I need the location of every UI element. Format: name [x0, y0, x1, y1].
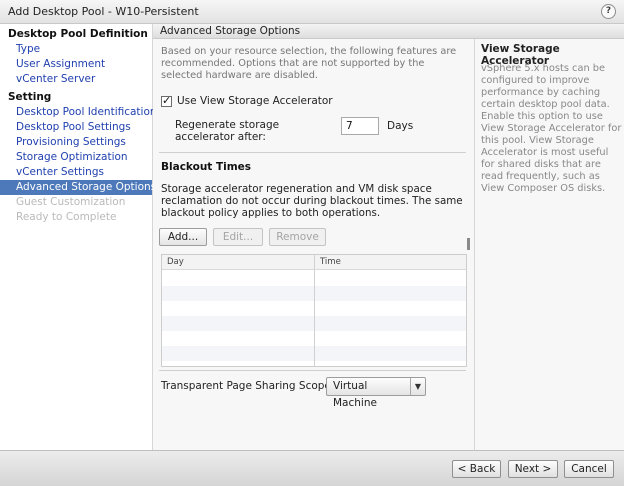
help-panel-text: vSphere 5.x hosts can be configured to i…: [481, 63, 622, 194]
column-divider: [314, 270, 315, 366]
column-header-day[interactable]: Day: [162, 255, 315, 269]
window-titlebar: Add Desktop Pool - W10-Persistent ?: [0, 0, 624, 24]
nav-item-storage-optimization[interactable]: Storage Optimization: [0, 150, 152, 165]
nav-item-pool-settings[interactable]: Desktop Pool Settings: [0, 120, 152, 135]
main-panel: Based on your resource selection, the fo…: [153, 39, 474, 450]
regenerate-days-input[interactable]: 7: [341, 117, 379, 135]
next-button[interactable]: Next >: [508, 460, 558, 478]
blackout-description: Storage accelerator regeneration and VM …: [161, 183, 463, 219]
nav-heading-definition: Desktop Pool Definition: [8, 28, 148, 40]
nav-item-user-assignment[interactable]: User Assignment: [0, 57, 152, 72]
window-title: Add Desktop Pool - W10-Persistent: [8, 5, 199, 18]
days-unit-label: Days: [387, 120, 414, 132]
view-storage-accelerator-row[interactable]: ✓ Use View Storage Accelerator: [161, 93, 333, 107]
nav-item-provisioning-settings[interactable]: Provisioning Settings: [0, 135, 152, 150]
section-title: Advanced Storage Options: [160, 25, 301, 37]
remove-button: Remove: [269, 228, 326, 246]
nav-item-vcenter-settings[interactable]: vCenter Settings: [0, 165, 152, 180]
nav-item-type[interactable]: Type: [0, 42, 152, 57]
divider: [159, 152, 466, 153]
nav-heading-setting: Setting: [8, 91, 52, 103]
panel-splitter-handle[interactable]: [467, 238, 470, 250]
intro-text: Based on your resource selection, the fo…: [161, 46, 457, 81]
cancel-button[interactable]: Cancel: [564, 460, 614, 478]
table-body: [162, 270, 466, 366]
tps-scope-label: Transparent Page Sharing Scope:: [161, 380, 335, 392]
nav-item-vcenter-server[interactable]: vCenter Server: [0, 72, 152, 87]
add-button[interactable]: Add...: [159, 228, 207, 246]
view-storage-accelerator-checkbox[interactable]: ✓: [161, 93, 172, 107]
wizard-footer: < Back Next > Cancel: [0, 450, 624, 486]
table-header: Day Time: [162, 255, 466, 270]
checkmark-icon: ✓: [162, 93, 172, 107]
nav-item-guest-customization: Guest Customization: [16, 196, 126, 208]
column-header-time[interactable]: Time: [315, 255, 341, 269]
help-icon[interactable]: ?: [601, 4, 616, 19]
tps-scope-value[interactable]: Virtual Machine: [327, 378, 411, 409]
chevron-down-icon[interactable]: ▼: [411, 378, 425, 395]
nav-item-advanced-storage[interactable]: Advanced Storage Options: [0, 180, 156, 195]
section-header: Advanced Storage Options: [153, 24, 624, 39]
help-panel: View Storage Accelerator vSphere 5.x hos…: [474, 39, 624, 450]
blackout-times-heading: Blackout Times: [161, 161, 252, 173]
regenerate-label: Regenerate storage accelerator after:: [175, 119, 280, 143]
blackout-table[interactable]: Day Time: [161, 254, 467, 367]
wizard-nav: Desktop Pool Definition Type User Assign…: [0, 24, 157, 450]
back-button[interactable]: < Back: [452, 460, 501, 478]
nav-item-pool-identification[interactable]: Desktop Pool Identification: [0, 105, 157, 120]
blackout-buttons: Add... Edit... Remove: [159, 228, 332, 246]
tps-scope-select[interactable]: Virtual Machine ▼: [326, 377, 426, 409]
edit-button: Edit...: [213, 228, 263, 246]
view-storage-accelerator-label[interactable]: Use View Storage Accelerator: [177, 95, 333, 107]
divider: [159, 370, 466, 371]
nav-item-ready-to-complete: Ready to Complete: [16, 211, 117, 223]
